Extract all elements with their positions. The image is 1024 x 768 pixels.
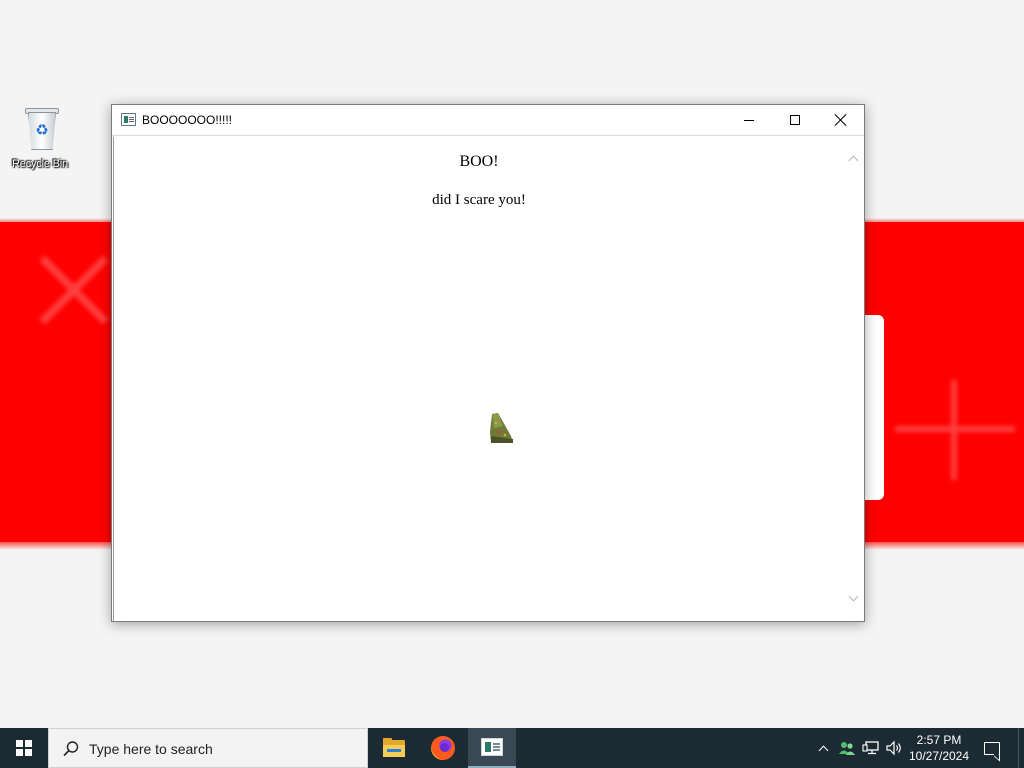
close-icon	[835, 114, 847, 126]
people-icon	[839, 742, 855, 755]
search-placeholder: Type here to search	[89, 741, 213, 757]
app-window-icon	[481, 738, 503, 756]
windows-logo-icon	[16, 740, 32, 756]
app-window: BOOOOOOO!!!!! BOO! did I scare you!	[111, 104, 865, 622]
firefox-icon	[431, 736, 455, 760]
taskbar: Type here to search 2:57 PM 10/27/2024	[0, 728, 1024, 768]
tray-network-button[interactable]	[861, 728, 881, 768]
taskbar-app-file-explorer[interactable]	[370, 728, 418, 768]
maximize-button[interactable]	[772, 105, 818, 135]
scroll-up-button[interactable]	[844, 149, 863, 167]
wallpaper-plus-mark	[895, 380, 1015, 480]
maximize-icon	[790, 115, 800, 125]
window-content: BOO! did I scare you!	[113, 137, 863, 621]
page-message: did I scare you!	[432, 192, 526, 208]
scroll-down-button[interactable]	[844, 589, 863, 607]
desktop-icon-label: Recycle Bin	[12, 158, 68, 170]
close-button[interactable]	[818, 105, 864, 135]
file-explorer-icon	[383, 737, 405, 757]
desktop-icon-recycle-bin[interactable]: ♻ Recycle Bin	[6, 106, 74, 170]
start-button[interactable]	[0, 728, 48, 768]
chevron-up-icon	[818, 745, 828, 755]
clock-time: 2:57 PM	[916, 733, 962, 747]
minimize-icon	[744, 119, 754, 121]
taskbar-search-box[interactable]: Type here to search	[48, 728, 368, 768]
clock-date: 10/27/2024	[908, 749, 970, 763]
action-center-button[interactable]	[978, 728, 1006, 768]
window-titlebar[interactable]: BOOOOOOO!!!!!	[112, 105, 864, 136]
taskbar-app-active-window[interactable]	[468, 728, 516, 768]
recycle-bin-icon: ♻	[20, 106, 60, 152]
witch-hat-icon	[490, 413, 513, 443]
show-desktop-button[interactable]	[1018, 728, 1024, 768]
minimize-button[interactable]	[726, 105, 772, 135]
vertical-scrollbar[interactable]	[844, 137, 863, 621]
notification-icon	[984, 741, 1000, 755]
tray-overflow-button[interactable]	[814, 728, 832, 768]
app-window-icon	[121, 113, 136, 126]
tray-volume-button[interactable]	[884, 728, 904, 768]
wallpaper-white-shape	[864, 315, 884, 500]
network-icon	[862, 741, 879, 755]
page-heading: BOO!	[459, 153, 499, 170]
tray-people-button[interactable]	[836, 728, 858, 768]
search-icon	[63, 741, 79, 757]
window-title: BOOOOOOO!!!!!	[142, 113, 233, 127]
taskbar-app-firefox[interactable]	[419, 728, 467, 768]
wallpaper-x-mark	[30, 250, 120, 330]
volume-icon	[886, 740, 901, 756]
taskbar-clock[interactable]: 2:57 PM 10/27/2024	[905, 732, 973, 764]
chevron-down-icon	[848, 591, 859, 601]
chevron-up-icon	[848, 155, 859, 165]
